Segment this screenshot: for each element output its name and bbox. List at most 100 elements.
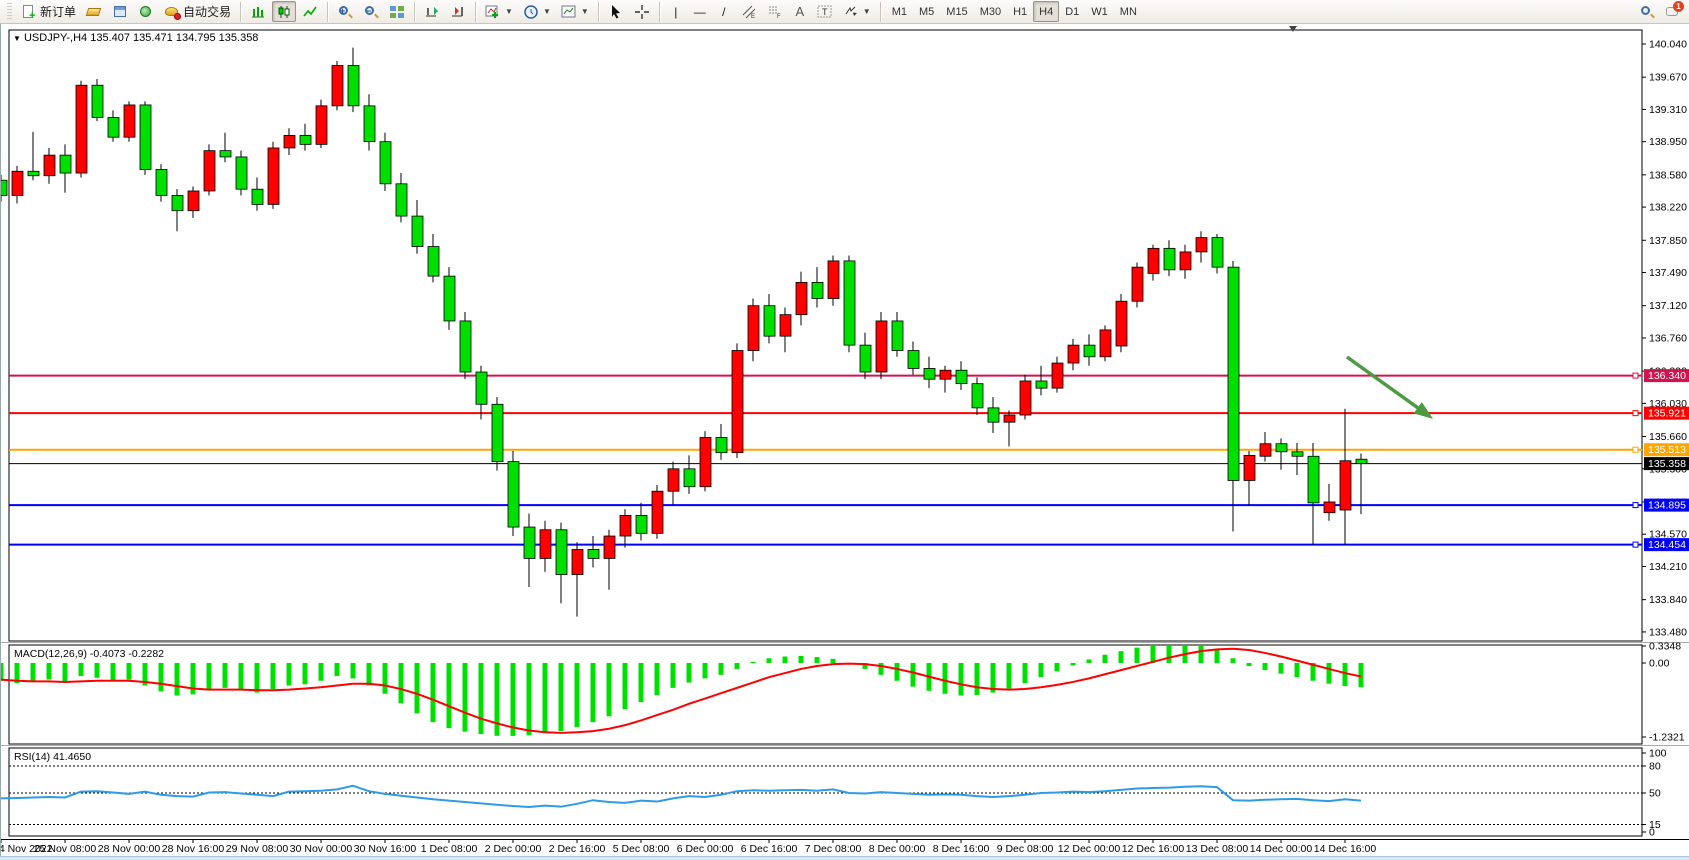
timeframe-m5-button[interactable]: M5 bbox=[913, 1, 940, 22]
price-level-badge: 135.358 bbox=[1644, 457, 1689, 470]
channel-icon: E bbox=[741, 4, 757, 20]
crosshair-button[interactable] bbox=[630, 1, 654, 22]
time-axis-label: 28 Nov 16:00 bbox=[162, 843, 225, 855]
fibonacci-tool-button[interactable]: F bbox=[763, 1, 787, 22]
separator bbox=[598, 2, 599, 22]
templates-button[interactable]: ▼ bbox=[557, 1, 593, 22]
separator bbox=[475, 2, 476, 22]
label-tool-button[interactable]: T bbox=[813, 1, 837, 22]
svg-text:139.670: 139.670 bbox=[1649, 72, 1687, 84]
price-level-badge: 135.513 bbox=[1644, 443, 1689, 456]
trendline-tool-button[interactable]: / bbox=[713, 1, 735, 22]
line-chart-button[interactable] bbox=[298, 1, 322, 22]
bar-chart-button[interactable] bbox=[246, 1, 270, 22]
vline-tool-button[interactable]: | bbox=[665, 1, 687, 22]
zoom-in-button[interactable]: + bbox=[333, 1, 357, 22]
signal-icon bbox=[138, 4, 154, 20]
search-button[interactable] bbox=[1635, 1, 1659, 22]
timeframe-m30-button[interactable]: M30 bbox=[974, 1, 1007, 22]
price-level-badge: 135.921 bbox=[1644, 407, 1689, 420]
cursor-button[interactable] bbox=[604, 1, 628, 22]
time-axis-label: 29 Nov 08:00 bbox=[226, 843, 289, 855]
svg-text:138.220: 138.220 bbox=[1649, 202, 1687, 214]
periods-button[interactable]: ▼ bbox=[519, 1, 555, 22]
timeframe-d1-button[interactable]: D1 bbox=[1059, 1, 1085, 22]
svg-text:134.895: 134.895 bbox=[1648, 500, 1686, 512]
fibonacci-icon: F bbox=[767, 4, 783, 20]
indicators-button[interactable]: ▼ bbox=[481, 1, 517, 22]
market-watch-icon bbox=[86, 4, 102, 20]
chart-shift-icon bbox=[450, 4, 466, 20]
timeframe-w1-button[interactable]: W1 bbox=[1085, 1, 1114, 22]
time-axis-label: 12 Dec 16:00 bbox=[1122, 843, 1185, 855]
separator bbox=[659, 2, 660, 22]
svg-text:138.950: 138.950 bbox=[1649, 136, 1687, 148]
svg-text:134.454: 134.454 bbox=[1648, 539, 1686, 551]
svg-text:80: 80 bbox=[1649, 761, 1661, 773]
navigator-button[interactable] bbox=[108, 1, 132, 22]
svg-text:138.580: 138.580 bbox=[1649, 169, 1687, 181]
svg-text:-1.2321: -1.2321 bbox=[1649, 732, 1685, 744]
clock-icon bbox=[523, 4, 539, 20]
timeframe-m15-button[interactable]: M15 bbox=[940, 1, 973, 22]
time-axis-label: 6 Dec 16:00 bbox=[741, 843, 798, 855]
rsi-panel-border bbox=[9, 748, 1642, 836]
svg-text:50: 50 bbox=[1649, 788, 1661, 800]
arrows-icon bbox=[843, 4, 859, 20]
chevron-down-icon: ▼ bbox=[543, 7, 551, 16]
time-axis-label: 2 Dec 16:00 bbox=[549, 843, 606, 855]
timeframe-h4-button[interactable]: H4 bbox=[1033, 1, 1059, 22]
candle-chart-button[interactable] bbox=[272, 1, 296, 22]
navigator-icon bbox=[112, 4, 128, 20]
text-tool-button[interactable]: A bbox=[789, 1, 811, 22]
svg-text:0.3348: 0.3348 bbox=[1649, 641, 1681, 653]
channel-tool-button[interactable]: E bbox=[737, 1, 761, 22]
template-icon bbox=[561, 4, 577, 20]
svg-text:E: E bbox=[751, 14, 755, 20]
window-bottom-edge bbox=[0, 856, 1689, 860]
candle-chart-icon bbox=[276, 4, 292, 20]
terminal-button[interactable] bbox=[134, 1, 158, 22]
autoscroll-button[interactable] bbox=[420, 1, 444, 22]
separator bbox=[880, 2, 881, 22]
price-level-badge: 134.895 bbox=[1644, 499, 1689, 512]
timeframe-h1-button[interactable]: H1 bbox=[1007, 1, 1033, 22]
svg-text:F: F bbox=[777, 14, 781, 20]
time-axis-label: 12 Dec 00:00 bbox=[1058, 843, 1121, 855]
svg-text:135.921: 135.921 bbox=[1648, 408, 1686, 420]
timeframe-mn-button[interactable]: MN bbox=[1114, 1, 1143, 22]
new-order-button[interactable]: + 新订单 bbox=[17, 1, 80, 22]
autoscroll-icon bbox=[424, 4, 440, 20]
tile-windows-button[interactable] bbox=[385, 1, 409, 22]
text-icon: A bbox=[795, 4, 804, 19]
autotrade-label: 自动交易 bbox=[183, 3, 231, 20]
separator bbox=[414, 2, 415, 22]
chart-shift-button[interactable] bbox=[446, 1, 470, 22]
chevron-down-icon: ▼ bbox=[581, 7, 589, 16]
svg-text:139.310: 139.310 bbox=[1649, 104, 1687, 116]
svg-text:133.840: 133.840 bbox=[1649, 594, 1687, 606]
time-axis-label: 7 Dec 08:00 bbox=[805, 843, 862, 855]
arrows-tool-button[interactable]: ▼ bbox=[839, 1, 875, 22]
market-watch-button[interactable] bbox=[82, 1, 106, 22]
trendline-icon: / bbox=[722, 5, 725, 19]
notification-badge: 1 bbox=[1673, 1, 1684, 12]
svg-text:135.358: 135.358 bbox=[1648, 458, 1686, 470]
timeframe-m1-button[interactable]: M1 bbox=[886, 1, 913, 22]
price-level-badge: 134.454 bbox=[1644, 538, 1689, 551]
line-chart-icon bbox=[302, 4, 318, 20]
time-axis-label: 2 Dec 00:00 bbox=[485, 843, 542, 855]
time-axis-label: 14 Dec 00:00 bbox=[1250, 843, 1313, 855]
zoom-out-button[interactable]: − bbox=[359, 1, 383, 22]
svg-text:135.660: 135.660 bbox=[1649, 431, 1687, 443]
time-axis-label: 25 Nov 08:00 bbox=[34, 843, 97, 855]
vline-icon: | bbox=[674, 5, 677, 19]
time-axis-label: 6 Dec 00:00 bbox=[677, 843, 734, 855]
notifications-button[interactable]: 1 bbox=[1661, 1, 1685, 22]
main-panel-border bbox=[9, 30, 1642, 641]
price-chart[interactable]: 140.040139.670139.310138.950138.580138.2… bbox=[1, 24, 1689, 856]
chart-window: 140.040139.670139.310138.950138.580138.2… bbox=[0, 24, 1689, 860]
autotrade-button[interactable]: 自动交易 bbox=[160, 1, 235, 22]
toolbar-grip[interactable] bbox=[7, 3, 12, 21]
hline-tool-button[interactable]: — bbox=[689, 1, 711, 22]
